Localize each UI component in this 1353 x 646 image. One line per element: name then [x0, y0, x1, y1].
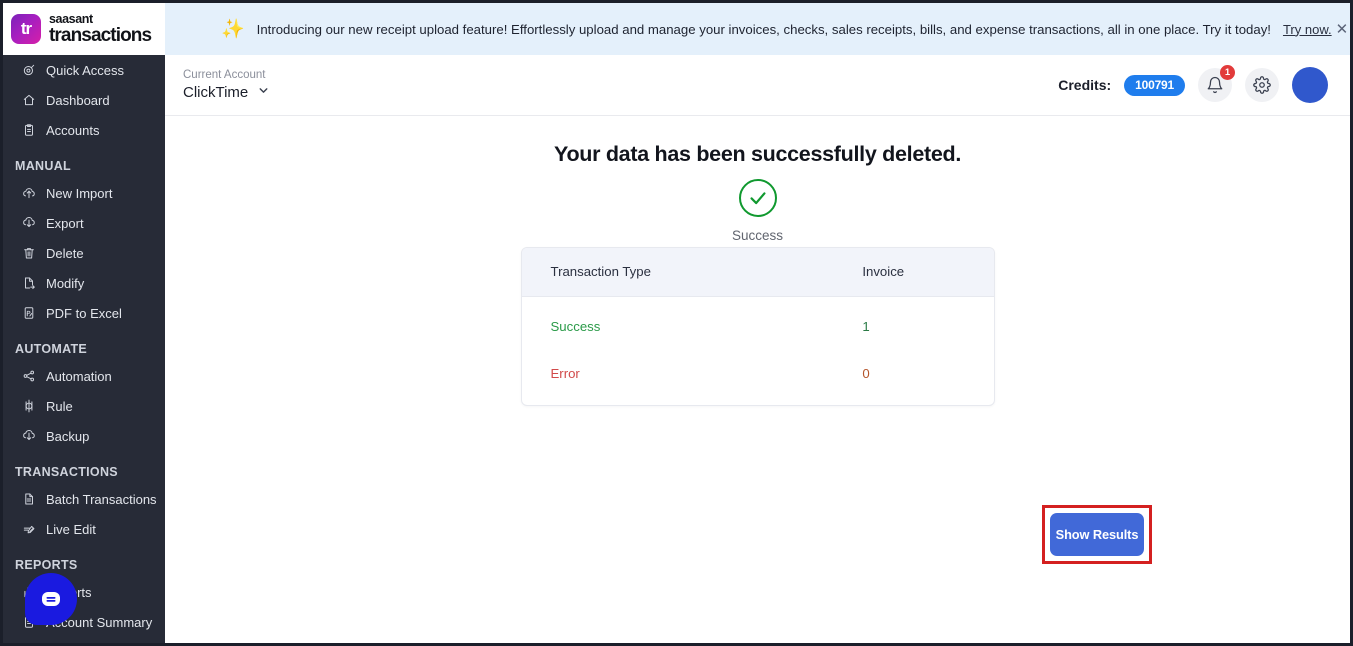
table-row: Success 1: [522, 297, 994, 351]
table-row: Error 0: [522, 350, 994, 405]
page-title: Your data has been successfully deleted.: [554, 142, 961, 166]
download-cloud-icon: [21, 429, 36, 444]
row-value-success: 1: [862, 319, 870, 334]
main-content: Your data has been successfully deleted.…: [165, 116, 1350, 643]
credits-label: Credits:: [1058, 77, 1112, 93]
try-now-link[interactable]: Try now.: [1283, 22, 1332, 37]
app-window: tr saasant transactions Quick Access Dash…: [0, 0, 1353, 646]
sidebar-section-automate: AUTOMATE: [15, 342, 88, 356]
saasant-logo-icon: tr: [11, 14, 41, 44]
check-circle-icon: [738, 179, 777, 217]
column-header-transaction-type: Transaction Type: [521, 248, 845, 297]
show-results-highlight: Show Results: [1042, 505, 1152, 564]
sidebar-item-label: PDF to Excel: [46, 305, 122, 321]
row-label-error: Error: [550, 366, 580, 381]
account-switcher[interactable]: Current Account ClickTime: [183, 68, 270, 102]
user-avatar[interactable]: [1292, 67, 1328, 103]
sidebar-item-label: Rule: [46, 398, 73, 414]
share-nodes-icon: [21, 369, 36, 384]
success-icon-wrap: [165, 179, 1350, 217]
app-header: Current Account ClickTime Credits: 10079…: [165, 55, 1350, 116]
sidebar-item-pdf-to-excel[interactable]: PDF to Excel: [3, 298, 165, 328]
sidebar-item-delete[interactable]: Delete: [3, 238, 165, 268]
table-header-row: Transaction Type Invoice: [521, 248, 994, 297]
bell-icon: [1207, 76, 1223, 94]
brand-logo[interactable]: tr saasant transactions: [3, 3, 165, 55]
row-label-success: Success: [550, 319, 601, 334]
row-value-error: 0: [862, 366, 870, 381]
sidebar-section-reports: REPORTS: [15, 558, 78, 572]
sidebar-item-label: Automation: [46, 368, 112, 384]
sidebar-item-label: Accounts: [46, 122, 100, 138]
sidebar-item-label: Delete: [46, 245, 84, 261]
sidebar-item-label: New Import: [46, 185, 113, 201]
brand-name-saasant: saasant: [49, 11, 93, 26]
pencil-line-icon: [21, 522, 36, 537]
sidebar-item-dashboard[interactable]: Dashboard: [3, 85, 165, 115]
sidebar-item-label: Dashboard: [46, 92, 110, 108]
pdf-file-icon: [21, 306, 36, 321]
sparkle-icon: ✨: [221, 19, 245, 40]
show-results-button[interactable]: Show Results: [1050, 513, 1144, 556]
promo-banner: ✨ Introducing our new receipt upload fea…: [165, 3, 1350, 55]
notifications-button[interactable]: 1: [1198, 65, 1235, 102]
settings-button[interactable]: [1245, 68, 1279, 102]
sidebar-item-automation[interactable]: Automation: [3, 361, 165, 391]
current-account-name: ClickTime: [183, 83, 249, 101]
chat-bubble-icon: [42, 592, 60, 606]
sidebar-item-label: Backup: [46, 428, 90, 444]
chat-support-widget[interactable]: [25, 573, 77, 625]
sidebar-item-live-edit[interactable]: Live Edit: [3, 514, 165, 544]
document-icon: [21, 492, 36, 507]
sidebar-item-label: Live Edit: [46, 521, 96, 537]
current-account-label: Current Account: [183, 68, 266, 81]
download-cloud-icon: [21, 216, 36, 231]
sidebar-item-export[interactable]: Export: [3, 208, 165, 238]
sidebar-item-new-import[interactable]: New Import: [3, 178, 165, 208]
status-text: Success: [731, 228, 784, 243]
brand-text: saasant transactions: [49, 11, 152, 47]
sidebar-item-label: Batch Transactions: [46, 491, 157, 507]
header-actions: Credits: 100791 1: [1058, 65, 1328, 103]
sidebar: tr saasant transactions Quick Access Dash…: [3, 3, 165, 643]
close-icon[interactable]: ✕: [1332, 20, 1350, 38]
brand-name-transactions: transactions: [49, 25, 152, 47]
file-edit-icon: [21, 276, 36, 291]
home-icon: [21, 93, 36, 108]
sidebar-item-rule[interactable]: Rule: [3, 391, 165, 421]
clipboard-icon: [21, 123, 36, 138]
sidebar-item-batch-transactions[interactable]: Batch Transactions: [3, 484, 165, 514]
notification-count-badge: 1: [1220, 65, 1235, 80]
sidebar-section-transactions: TRANSACTIONS: [15, 465, 118, 479]
target-icon: [21, 63, 36, 78]
account-selector[interactable]: ClickTime: [183, 83, 270, 103]
rule-icon: [21, 399, 36, 414]
sidebar-item-label: Modify: [46, 275, 85, 291]
gear-icon: [1253, 76, 1271, 94]
sidebar-section-manual: MANUAL: [15, 159, 71, 173]
sidebar-item-modify[interactable]: Modify: [3, 268, 165, 298]
results-table: Transaction Type Invoice Success 1 Error…: [520, 247, 995, 406]
sidebar-item-quick-access[interactable]: Quick Access: [3, 55, 165, 85]
trash-icon: [21, 246, 36, 261]
upload-cloud-icon: [21, 186, 36, 201]
credits-badge[interactable]: 100791: [1124, 74, 1185, 96]
column-header-invoice: Invoice: [844, 248, 994, 297]
sidebar-item-accounts[interactable]: Accounts: [3, 115, 165, 145]
sidebar-nav: Quick Access Dashboard Accounts MANUAL New I…: [3, 55, 165, 637]
chevron-down-icon: [257, 84, 270, 100]
sidebar-item-backup[interactable]: Backup: [3, 421, 165, 451]
promo-banner-text: Introducing our new receipt upload featu…: [256, 21, 1271, 37]
sidebar-item-label: Quick Access: [46, 62, 125, 78]
sidebar-item-label: Export: [46, 215, 84, 231]
